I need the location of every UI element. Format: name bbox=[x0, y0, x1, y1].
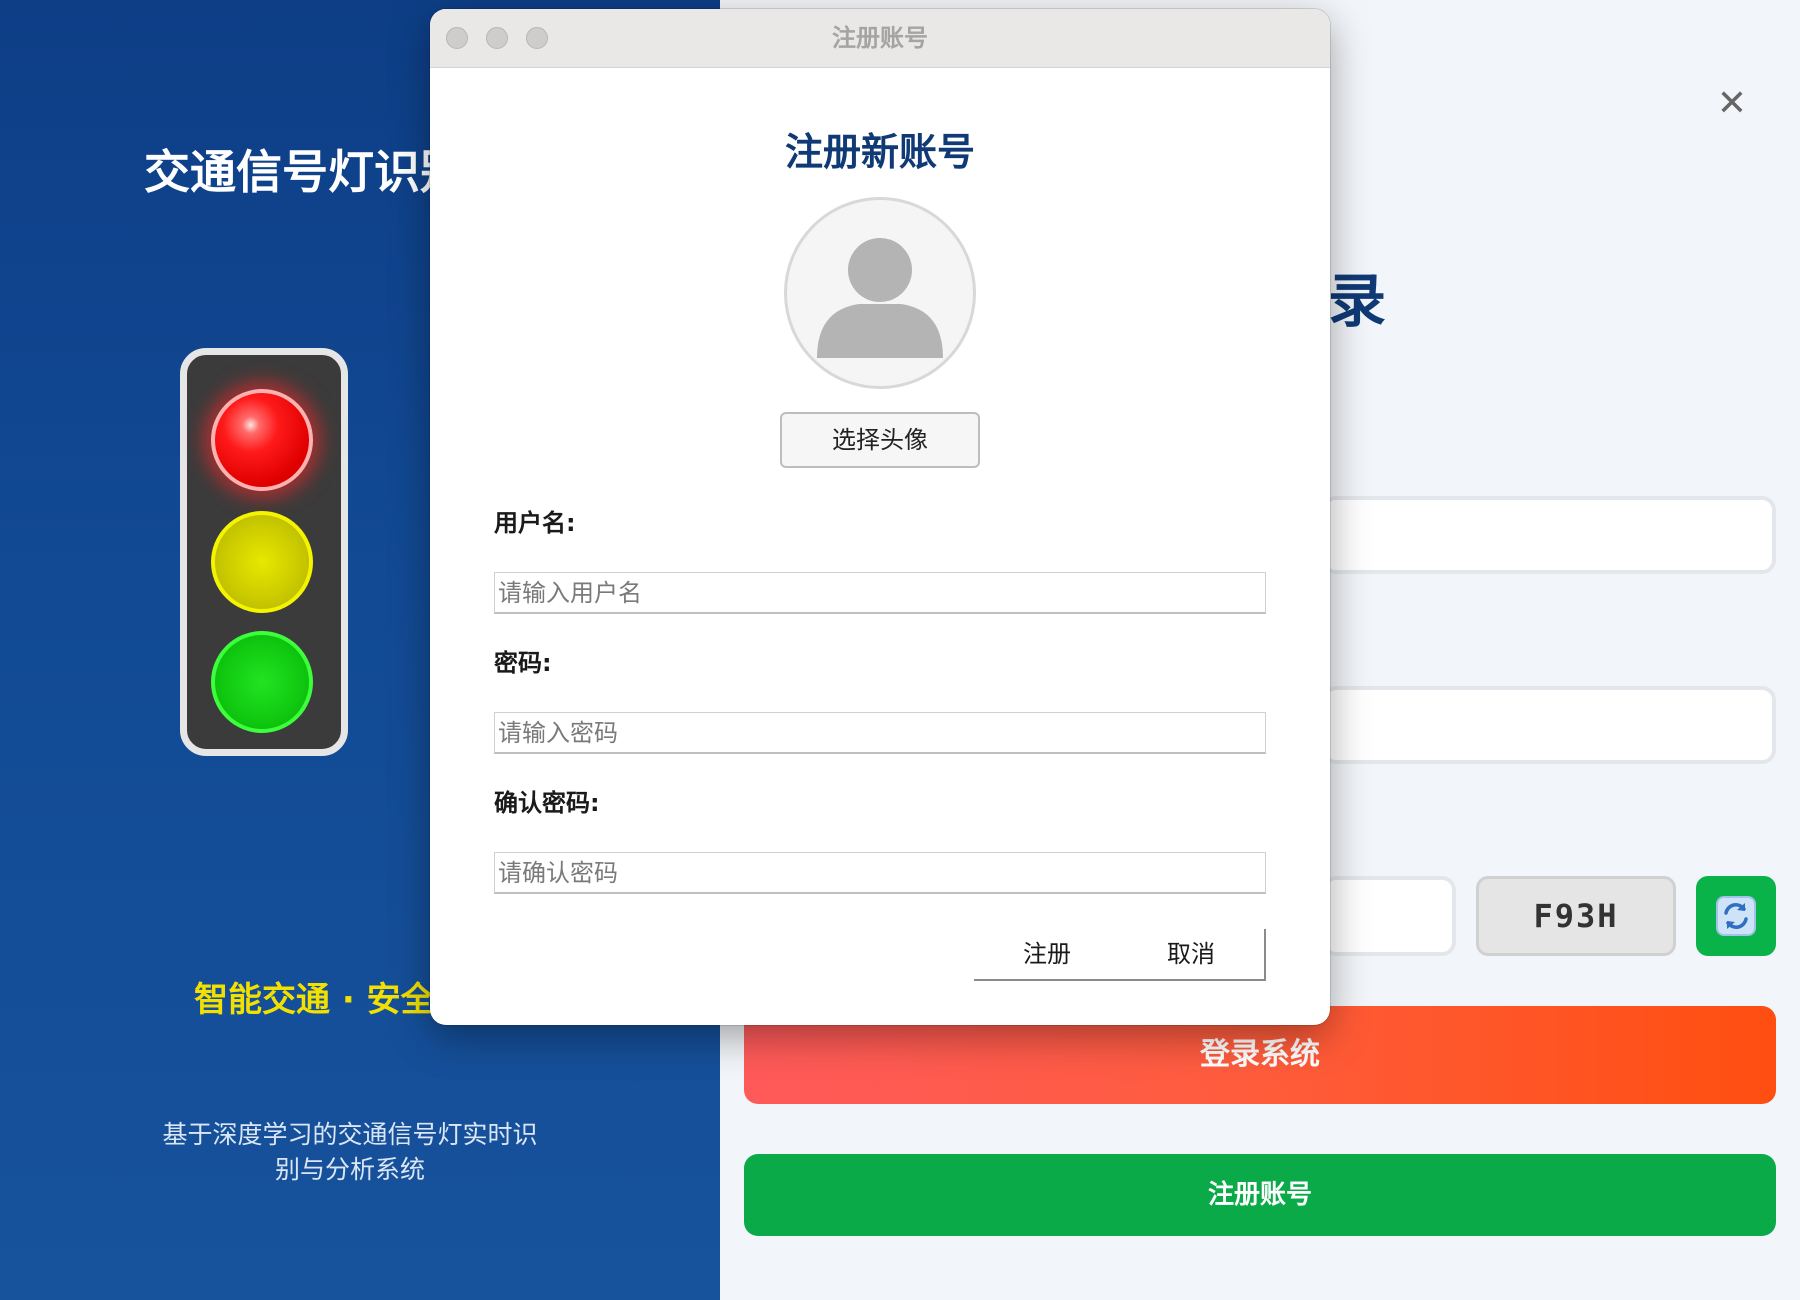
confirm-password-input[interactable] bbox=[494, 852, 1266, 894]
window-title: 注册账号 bbox=[832, 24, 928, 52]
yellow-light-icon bbox=[211, 511, 313, 613]
app-window: 交通信号灯识别 智能交通 · 安全 基于深度学习的交通信号灯实时识别与分析系统 … bbox=[0, 0, 1800, 1300]
username-input[interactable] bbox=[494, 572, 1266, 614]
green-light-icon bbox=[211, 631, 313, 733]
password-label: 密码: bbox=[494, 649, 552, 677]
login-password-input[interactable] bbox=[1322, 686, 1776, 764]
red-light-icon bbox=[211, 389, 313, 491]
traffic-light-illustration bbox=[180, 348, 348, 756]
app-title: 交通信号灯识别 bbox=[144, 145, 466, 199]
password-input[interactable] bbox=[494, 712, 1266, 754]
captcha-input[interactable] bbox=[1322, 876, 1456, 956]
register-dialog: 注册账号 注册新账号 选择头像 用户名: 密码: 确认密码: 注册 取消 bbox=[430, 9, 1330, 1025]
captcha-code[interactable]: F93H bbox=[1476, 876, 1676, 956]
confirm-password-label: 确认密码: bbox=[494, 789, 600, 817]
close-button[interactable]: ✕ bbox=[1714, 84, 1750, 124]
submit-register-button[interactable]: 注册 bbox=[974, 929, 1120, 979]
dialog-heading: 注册新账号 bbox=[784, 130, 975, 174]
refresh-icon bbox=[1716, 896, 1756, 936]
cancel-button[interactable]: 取消 bbox=[1118, 929, 1264, 979]
username-label: 用户名: bbox=[494, 509, 576, 537]
system-description: 基于深度学习的交通信号灯实时识别与分析系统 bbox=[162, 1120, 538, 1184]
login-username-input[interactable] bbox=[1322, 496, 1776, 574]
avatar-preview bbox=[784, 197, 976, 389]
refresh-captcha-button[interactable] bbox=[1696, 876, 1776, 956]
slogan: 智能交通 · 安全 bbox=[194, 980, 435, 1020]
choose-avatar-button[interactable]: 选择头像 bbox=[780, 412, 980, 468]
dialog-action-buttons: 注册 取消 bbox=[974, 929, 1266, 981]
user-silhouette-icon bbox=[817, 238, 943, 358]
login-heading: 录 bbox=[1328, 267, 1387, 335]
register-account-button[interactable]: 注册账号 bbox=[744, 1154, 1776, 1236]
dialog-titlebar[interactable]: 注册账号 bbox=[430, 9, 1330, 68]
